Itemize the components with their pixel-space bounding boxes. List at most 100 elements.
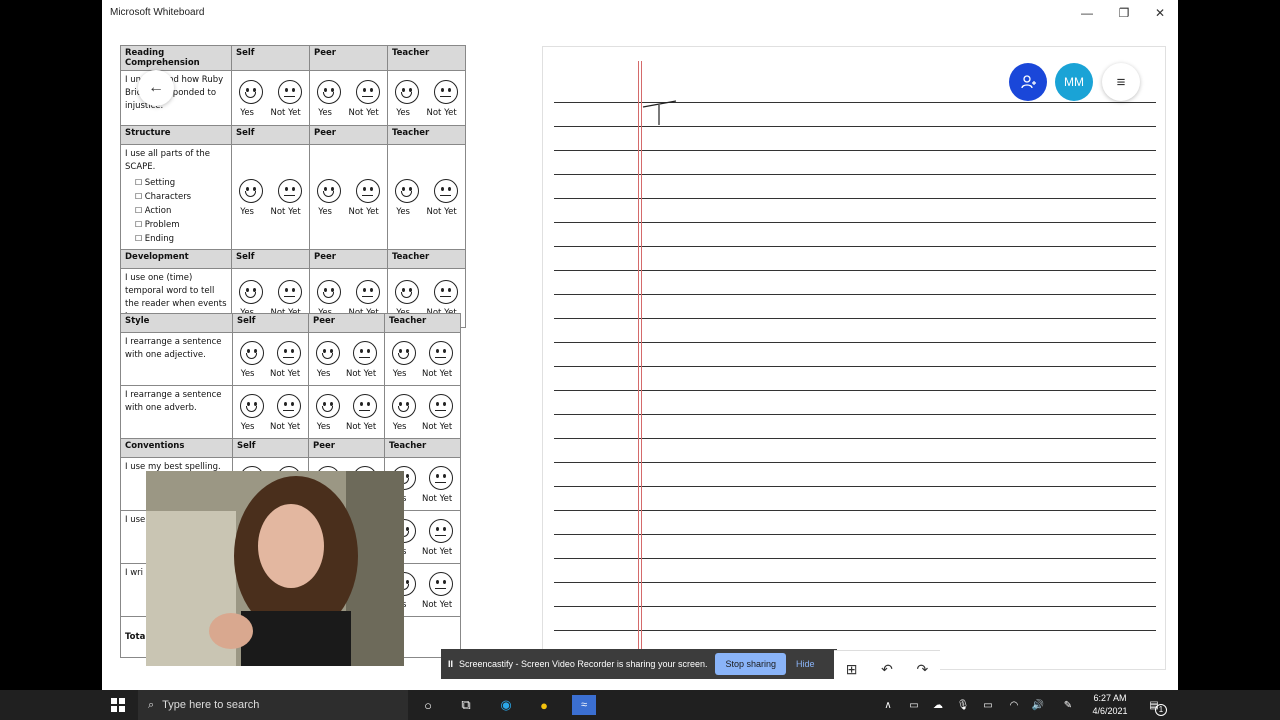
search-icon: ⌕	[148, 698, 155, 711]
webcam-overlay[interactable]	[146, 471, 404, 666]
not-yet-label: Not Yet	[270, 108, 301, 118]
neutral-face-icon[interactable]	[429, 394, 454, 418]
redo-icon[interactable]: ↷	[916, 661, 928, 678]
rubric-category: Development	[120, 249, 232, 269]
taskbar-search[interactable]: ⌕ Type here to search	[138, 690, 408, 720]
smiley-face-icon[interactable]	[239, 179, 264, 203]
whiteboard-app-icon[interactable]: ≈	[572, 695, 596, 715]
rating-cell: Yes Not Yet	[231, 144, 310, 250]
neutral-face-icon[interactable]	[433, 179, 458, 203]
rubric-row: I understand how Ruby Bridges responded …	[120, 70, 466, 126]
notification-count: 1	[1155, 704, 1167, 716]
rubric-column-header: Peer	[308, 438, 385, 458]
rubric-row: I rearrange a sentence with one adjectiv…	[120, 332, 461, 386]
invite-button[interactable]	[1009, 63, 1047, 101]
rubric-row: I rearrange a sentence with one adverb. Y…	[120, 385, 461, 439]
wifi-icon[interactable]: ◠	[1004, 695, 1024, 715]
not-yet-label: Not Yet	[346, 422, 377, 432]
hide-button[interactable]: Hide	[796, 659, 815, 669]
scape-checklist: SettingCharactersActionProblemEnding	[135, 176, 227, 246]
volume-icon[interactable]: 🔊	[1028, 695, 1048, 715]
checklist-item[interactable]: Characters	[135, 190, 227, 204]
rubric-category: Structure	[120, 125, 232, 145]
edge-icon[interactable]: ◉	[496, 695, 516, 715]
smiley-face-icon[interactable]	[239, 394, 264, 418]
task-view-icon[interactable]: ⧉	[456, 695, 476, 715]
neutral-face-icon[interactable]	[277, 394, 302, 418]
smiley-face-icon[interactable]	[317, 80, 342, 104]
rubric-criterion: I use all parts of the SCAPE. SettingChar…	[120, 144, 232, 250]
onedrive-icon[interactable]: ☁	[928, 695, 948, 715]
windows-icon	[111, 698, 125, 712]
neutral-face-icon[interactable]	[433, 80, 458, 104]
neutral-face-icon[interactable]	[429, 466, 454, 490]
not-yet-label: Not Yet	[422, 422, 453, 432]
lined-paper[interactable]	[542, 46, 1166, 670]
user-avatar[interactable]: MM	[1055, 63, 1093, 101]
smiley-face-icon[interactable]	[239, 80, 264, 104]
smiley-face-icon[interactable]	[395, 80, 420, 104]
smiley-face-icon[interactable]	[317, 179, 342, 203]
checklist-item[interactable]: Ending	[135, 232, 227, 246]
restore-button[interactable]: ❐	[1109, 4, 1139, 22]
neutral-face-icon[interactable]	[353, 394, 378, 418]
search-input[interactable]: Type here to search	[162, 699, 259, 711]
smiley-face-icon[interactable]	[239, 341, 264, 365]
neutral-face-icon[interactable]	[277, 80, 302, 104]
pen-icon[interactable]: ✎	[1058, 695, 1078, 715]
smiley-face-icon[interactable]	[239, 280, 264, 304]
start-button[interactable]	[108, 695, 128, 715]
chrome-icon[interactable]: ●	[534, 695, 554, 715]
neutral-face-icon[interactable]	[429, 519, 454, 543]
battery-icon[interactable]: ▭	[978, 695, 998, 715]
ruled-line	[554, 246, 1156, 247]
rubric-column-header: Teacher	[387, 125, 466, 145]
neutral-face-icon[interactable]	[355, 280, 380, 304]
ruled-line	[554, 582, 1156, 583]
add-icon[interactable]: ⊞	[846, 661, 858, 678]
close-button[interactable]: ✕	[1145, 4, 1175, 22]
ruled-line	[554, 558, 1156, 559]
rubric-column-header: Self	[231, 249, 310, 269]
checklist-item[interactable]: Problem	[135, 218, 227, 232]
meet-now-icon[interactable]: ▭	[904, 695, 924, 715]
smiley-face-icon[interactable]	[315, 341, 340, 365]
neutral-face-icon[interactable]	[429, 341, 454, 365]
smiley-face-icon[interactable]	[315, 394, 340, 418]
rating-cell: Yes Not Yet	[232, 332, 309, 386]
rubric-category: Style	[120, 313, 233, 333]
criterion-text: I use all parts of the SCAPE.	[125, 149, 210, 172]
rating-cell: Yes Not Yet	[231, 70, 310, 126]
neutral-face-icon[interactable]	[355, 80, 380, 104]
microphone-icon[interactable]: 🎙	[953, 695, 973, 715]
smiley-face-icon[interactable]	[391, 394, 416, 418]
smiley-face-icon[interactable]	[395, 280, 420, 304]
smiley-face-icon[interactable]	[317, 280, 342, 304]
neutral-face-icon[interactable]	[277, 179, 302, 203]
menu-button[interactable]: ≡	[1102, 63, 1140, 101]
system-clock[interactable]: 6:27 AM 4/6/2021	[1084, 692, 1136, 718]
checklist-item[interactable]: Action	[135, 204, 227, 218]
rubric-column-header: Teacher	[387, 45, 466, 71]
yes-label: Yes	[240, 108, 254, 118]
neutral-face-icon[interactable]	[433, 280, 458, 304]
minimize-button[interactable]: —	[1072, 4, 1102, 22]
neutral-face-icon[interactable]	[429, 572, 454, 596]
title-bar: Microsoft Whiteboard — ❐ ✕	[102, 0, 1178, 26]
rubric-header-row: Structure Self Peer Teacher	[120, 125, 466, 145]
undo-icon[interactable]: ↶	[881, 661, 893, 678]
cortana-icon[interactable]: ○	[418, 695, 438, 715]
not-yet-label: Not Yet	[346, 369, 377, 379]
back-button[interactable]: ←	[138, 70, 174, 106]
stop-sharing-button[interactable]: Stop sharing	[715, 653, 787, 675]
rubric-column-header: Peer	[309, 45, 388, 71]
smiley-face-icon[interactable]	[391, 341, 416, 365]
neutral-face-icon[interactable]	[353, 341, 378, 365]
neutral-face-icon[interactable]	[355, 179, 380, 203]
neutral-face-icon[interactable]	[277, 280, 302, 304]
rubric-column-header: Self	[232, 438, 309, 458]
chevron-up-icon[interactable]: ∧	[878, 695, 898, 715]
checklist-item[interactable]: Setting	[135, 176, 227, 190]
neutral-face-icon[interactable]	[277, 341, 302, 365]
smiley-face-icon[interactable]	[395, 179, 420, 203]
